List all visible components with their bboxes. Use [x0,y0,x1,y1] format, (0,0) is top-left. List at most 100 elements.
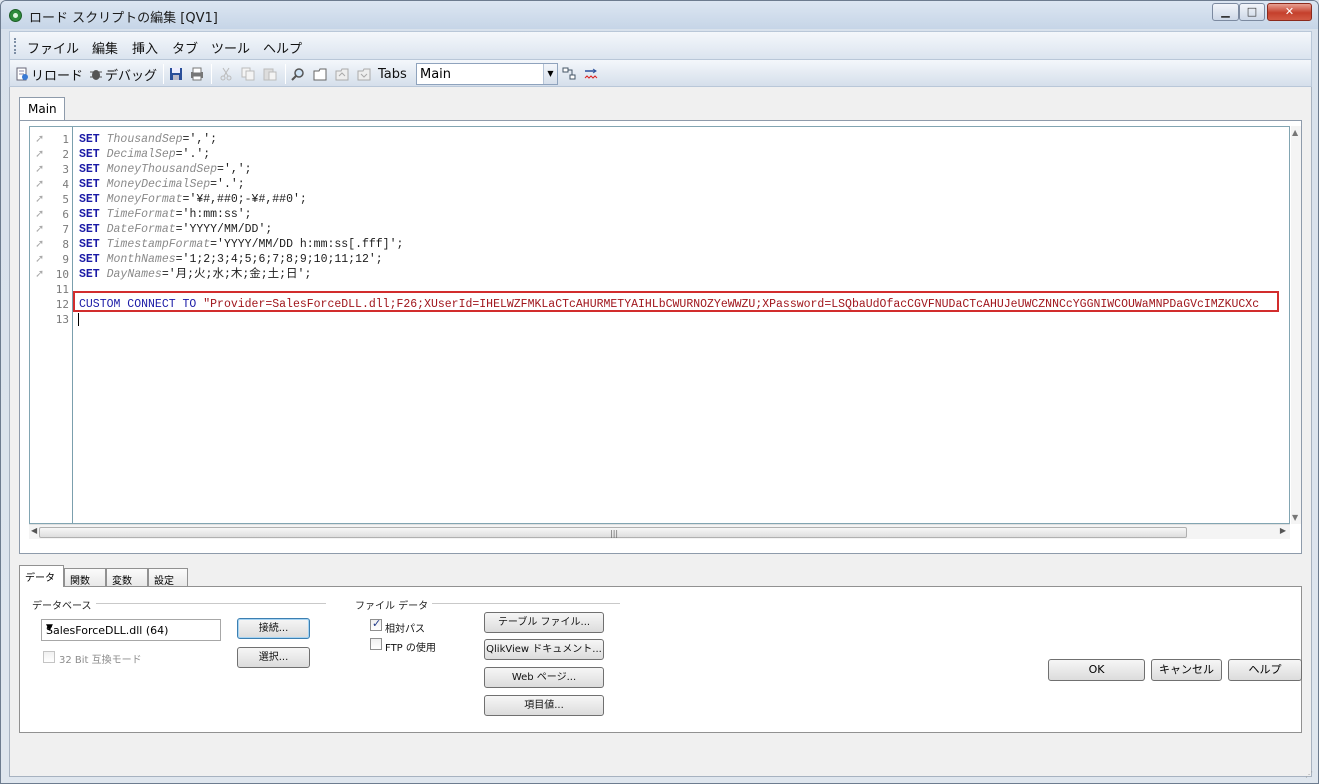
tab-variables[interactable]: 変数 [106,568,148,587]
ok-button[interactable]: OK [1048,659,1145,681]
help-button[interactable]: ヘルプ [1228,659,1302,681]
variable: MoneyDecimalSep [106,178,211,191]
line-gutter: ➚ ➚ ➚ ➚ ➚ ➚ ➚ ➚ ➚ ➚ 1 2 3 4 5 6 7 8 9 10… [30,127,73,523]
chevron-down-icon[interactable]: ▼ [46,623,216,633]
code-line: SET DateFormat='YYYY/MM/DD'; [79,222,272,237]
menu-tab[interactable]: タブ [172,38,198,57]
code-line: SET TimestampFormat='YYYY/MM/DD h:mm:ss[… [79,237,403,252]
use-ftp-checkbox[interactable] [370,638,382,650]
qlikview-app-icon [9,9,22,22]
variable: MoneyThousandSep [106,163,218,176]
print-icon[interactable] [190,67,204,81]
line-number: 3 [62,163,69,176]
tab-main[interactable]: Main [19,97,65,121]
line-number: 4 [62,178,69,191]
menu-insert[interactable]: 挿入 [132,38,158,57]
tabs-dropdown-value: Main [420,67,452,82]
syntax-check-icon[interactable] [584,67,598,81]
value: ='月;火;水;木;金;土;日'; [161,268,312,281]
scroll-right-icon[interactable]: ▶ [1280,526,1286,535]
menu-grip-icon[interactable] [14,38,17,54]
connect-button[interactable]: 接続... [237,618,310,639]
copy-icon[interactable] [241,67,255,81]
maximize-button[interactable]: □ [1239,3,1265,21]
variable: ThousandSep [106,133,183,146]
line-number: 5 [62,193,69,206]
reload-button[interactable]: リロード [15,65,84,84]
variable: TimestampFormat [106,238,211,251]
line-number: 8 [62,238,69,251]
value: =','; [182,133,218,146]
database-group-label: データベース [32,597,96,612]
keyword: SET [79,133,100,146]
tabs-dropdown[interactable]: Main ▼ [416,63,558,85]
qlikview-document-button[interactable]: QlikView ドキュメント... [484,639,604,660]
tabs-label: Tabs [378,66,407,82]
table-files-button[interactable]: テーブル ファイル... [484,612,604,633]
scrollbar-thumb[interactable]: ||| [39,527,1187,538]
code-line: SET ThousandSep=','; [79,132,217,147]
resize-grip-icon[interactable]: ⋰ [1305,770,1315,780]
keyword: SET [79,178,100,191]
minimize-button[interactable]: ▁ [1212,3,1239,21]
new-tab-icon[interactable] [313,67,327,81]
line-number: 1 [62,133,69,146]
file-data-group-label: ファイル データ [355,597,433,612]
scroll-left-icon[interactable]: ◀ [31,526,37,535]
cancel-button[interactable]: キャンセル [1151,659,1222,681]
close-button[interactable]: ✕ [1267,3,1312,21]
reload-icon [16,67,28,81]
relative-path-checkbox[interactable] [370,617,382,631]
tab-data[interactable]: データ [19,565,64,587]
web-page-button[interactable]: Web ページ... [484,667,604,688]
scroll-down-icon[interactable]: ▼ [1292,513,1298,522]
tab-functions[interactable]: 関数 [64,568,106,587]
editor-frame: ➚ ➚ ➚ ➚ ➚ ➚ ➚ ➚ ➚ ➚ 1 2 3 4 5 6 7 8 9 10… [19,120,1302,554]
keyword: SET [79,193,100,206]
keyword: SET [79,268,100,281]
line-number: 12 [55,298,69,311]
debug-label: デバッグ [105,68,158,84]
reload-label: リロード [31,68,84,84]
horizontal-scrollbar[interactable]: ◀ ||| ▶ [29,524,1290,539]
save-icon[interactable] [169,67,183,81]
debug-button[interactable]: デバッグ [89,65,158,84]
promote-tab-icon[interactable] [335,67,349,81]
line-number: 6 [62,208,69,221]
menu-tools[interactable]: ツール [211,38,250,57]
code-line: SET TimeFormat='h:mm:ss'; [79,207,252,222]
database-dropdown[interactable]: SalesForceDLL.dll (64) ▼ [41,619,221,641]
variable: MonthNames [106,253,176,266]
line-number: 9 [62,253,69,266]
cut-icon[interactable] [219,67,233,81]
code-line: SET MonthNames='1;2;3;4;5;6;7;8;9;10;11;… [79,252,383,267]
vertical-scrollbar[interactable]: ▲ ▼ [1291,126,1301,524]
thumb-grip-icon: ||| [610,529,619,538]
variable: TimeFormat [106,208,176,221]
code-line: SET MoneyDecimalSep='.'; [79,177,245,192]
find-icon[interactable] [291,67,305,81]
compat-mode-label: 32 Bit 互換モード [59,655,142,666]
script-editor[interactable]: ➚ ➚ ➚ ➚ ➚ ➚ ➚ ➚ ➚ ➚ 1 2 3 4 5 6 7 8 9 10… [29,126,1290,524]
relative-path-label: 相対パス [385,624,425,635]
scroll-up-icon[interactable]: ▲ [1292,128,1298,137]
demote-tab-icon[interactable] [357,67,371,81]
table-viewer-icon[interactable] [562,67,576,81]
compat-mode-checkbox[interactable] [43,651,55,663]
keyword: SET [79,223,100,236]
select-button[interactable]: 選択... [237,647,310,668]
menu-bar: ファイル 編集 挿入 タブ ツール ヘルプ [9,31,1312,59]
value: ='YYYY/MM/DD h:mm:ss[.fff]'; [210,238,404,251]
menu-edit[interactable]: 編集 [92,38,118,57]
menu-help[interactable]: ヘルプ [263,38,302,57]
menu-file[interactable]: ファイル [27,38,79,57]
line-number: 7 [62,223,69,236]
script-editor-window: ロード スクリプトの編集 [QV1] ▁ □ ✕ ファイル 編集 挿入 タブ ツ… [0,0,1319,784]
chevron-down-icon[interactable]: ▼ [543,64,557,84]
field-data-button[interactable]: 項目値... [484,695,604,716]
paste-icon[interactable] [263,67,277,81]
keyword: SET [79,148,100,161]
tab-settings[interactable]: 設定 [148,568,188,587]
variable: MoneyFormat [106,193,183,206]
debug-icon [90,70,102,80]
